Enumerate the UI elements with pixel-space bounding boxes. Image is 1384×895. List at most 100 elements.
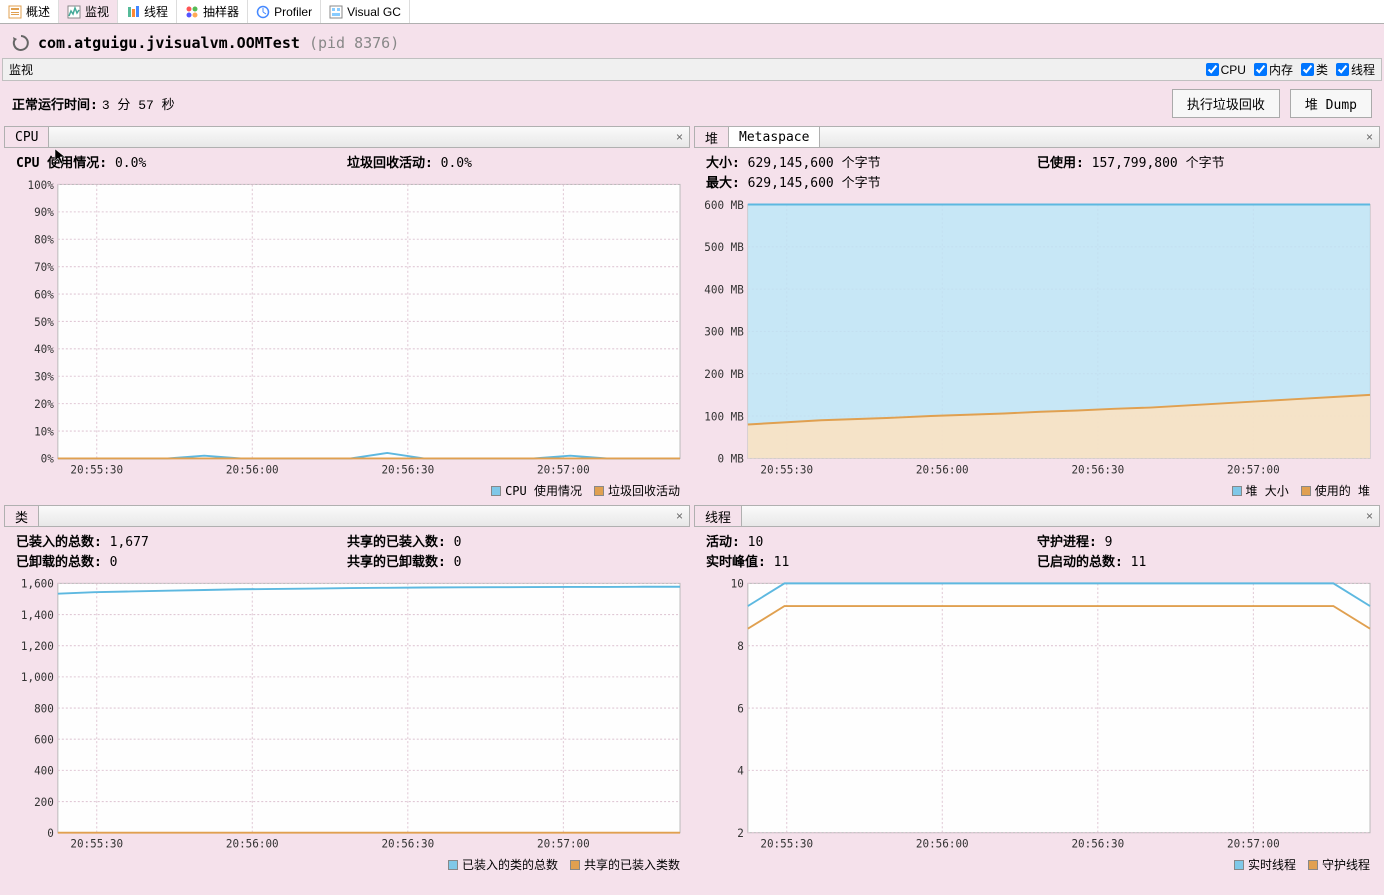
svg-text:70%: 70% xyxy=(34,260,54,275)
svg-text:20:57:00: 20:57:00 xyxy=(1227,836,1280,850)
svg-text:6: 6 xyxy=(737,701,744,715)
cpu-chart: 100%90%80%70%60%50%40%30%20%10%0%20:55:3… xyxy=(8,178,686,480)
close-icon[interactable]: × xyxy=(670,130,689,144)
uptime-value: 3 分 57 秒 xyxy=(102,94,175,113)
svg-text:50%: 50% xyxy=(34,314,54,329)
svg-text:60%: 60% xyxy=(34,287,54,302)
monitor-icon xyxy=(67,5,81,19)
thread-chart: 10864220:55:3020:56:0020:56:3020:57:00 xyxy=(698,577,1376,854)
gc-button[interactable]: 执行垃圾回收 xyxy=(1172,89,1280,118)
tab-visualgc[interactable]: Visual GC xyxy=(321,0,410,23)
check-threads[interactable]: 线程 xyxy=(1336,61,1375,78)
tab-label: 概述 xyxy=(26,3,50,20)
svg-text:20:57:00: 20:57:00 xyxy=(1227,462,1280,477)
tab-profiler[interactable]: Profiler xyxy=(248,0,321,23)
panels-grid: CPU × CPU 使用情况: 0.0% 垃圾回收活动: 0.0% 100%90… xyxy=(0,126,1384,875)
svg-text:2: 2 xyxy=(737,826,744,840)
page-title: com.atguigu.jvisualvm.OOMTest (pid 8376) xyxy=(38,34,399,52)
svg-text:100%: 100% xyxy=(27,178,53,192)
check-memory[interactable]: 内存 xyxy=(1254,61,1293,78)
svg-text:20:56:30: 20:56:30 xyxy=(381,836,434,850)
uptime-row: 正常运行时间: 3 分 57 秒 执行垃圾回收 堆 Dump xyxy=(0,81,1384,126)
svg-text:300 MB: 300 MB xyxy=(704,324,744,339)
title-bar: com.atguigu.jvisualvm.OOMTest (pid 8376) xyxy=(0,24,1384,58)
svg-text:800: 800 xyxy=(34,701,54,715)
svg-text:400 MB: 400 MB xyxy=(704,282,744,297)
svg-text:20:56:00: 20:56:00 xyxy=(226,836,279,850)
svg-text:20:56:30: 20:56:30 xyxy=(1071,462,1124,477)
cpu-legend: CPU 使用情况 垃圾回收活动 xyxy=(4,480,690,501)
uptime-label: 正常运行时间: xyxy=(12,94,98,113)
top-tabs: 概述 监视 线程 抽样器 Profiler Visual GC xyxy=(0,0,1384,24)
svg-text:400: 400 xyxy=(34,763,54,777)
svg-text:500 MB: 500 MB xyxy=(704,240,744,255)
check-classes[interactable]: 类 xyxy=(1301,61,1328,78)
subbar-label: 监视 xyxy=(9,61,33,78)
svg-text:20:55:30: 20:55:30 xyxy=(760,462,813,477)
svg-text:600: 600 xyxy=(34,732,54,746)
svg-text:1,000: 1,000 xyxy=(21,670,54,684)
sampler-icon xyxy=(185,5,199,19)
class-chart: 1,600 1,400 1,200 1,000 800 600 400 200 0 20:55:3… xyxy=(8,577,686,854)
close-icon[interactable]: × xyxy=(1360,130,1379,144)
heap-dump-button[interactable]: 堆 Dump xyxy=(1290,89,1372,118)
tab-label: Profiler xyxy=(274,5,312,19)
svg-text:0%: 0% xyxy=(41,451,54,466)
check-cpu[interactable]: CPU xyxy=(1206,63,1246,77)
tab-label: 监视 xyxy=(85,3,109,20)
cpu-panel-tab[interactable]: CPU xyxy=(5,127,49,147)
svg-text:20:57:00: 20:57:00 xyxy=(537,462,590,477)
svg-text:10%: 10% xyxy=(34,424,54,439)
metaspace-panel-tab[interactable]: Metaspace xyxy=(729,127,820,147)
svg-text:1,400: 1,400 xyxy=(21,607,54,621)
svg-text:20:55:30: 20:55:30 xyxy=(760,836,813,850)
svg-text:20:57:00: 20:57:00 xyxy=(537,836,590,850)
thread-legend: 实时线程 守护线程 xyxy=(694,854,1380,875)
thread-panel-tab[interactable]: 线程 xyxy=(695,506,742,526)
tab-threads[interactable]: 线程 xyxy=(118,0,177,23)
svg-text:0 MB: 0 MB xyxy=(717,451,743,466)
svg-text:20:56:00: 20:56:00 xyxy=(226,462,279,477)
svg-text:20:55:30: 20:55:30 xyxy=(70,836,123,850)
svg-text:4: 4 xyxy=(737,763,744,777)
svg-text:1,200: 1,200 xyxy=(21,639,54,653)
svg-text:200 MB: 200 MB xyxy=(704,367,744,382)
class-panel-tab[interactable]: 类 xyxy=(5,506,39,526)
tab-label: 抽样器 xyxy=(203,3,239,20)
tab-overview[interactable]: 概述 xyxy=(0,0,59,23)
svg-text:20:56:30: 20:56:30 xyxy=(1071,836,1124,850)
svg-text:0: 0 xyxy=(47,826,54,840)
svg-text:1,600: 1,600 xyxy=(21,577,54,591)
svg-text:90%: 90% xyxy=(34,205,54,220)
thread-panel: 线程 × 活动: 10 实时峰值: 11 守护进程: 9 已启动的总数: 11 … xyxy=(694,505,1380,875)
close-icon[interactable]: × xyxy=(670,509,689,523)
svg-text:30%: 30% xyxy=(34,369,54,384)
threads-icon xyxy=(126,5,140,19)
cursor-icon xyxy=(54,148,72,166)
heap-panel: 堆 Metaspace × 大小: 629,145,600 个字节 最大: 62… xyxy=(694,126,1380,501)
tab-label: 线程 xyxy=(144,3,168,20)
class-legend: 已装入的类的总数 共享的已装入类数 xyxy=(4,854,690,875)
svg-text:20:55:30: 20:55:30 xyxy=(70,462,123,477)
profiler-icon xyxy=(256,5,270,19)
class-panel: 类 × 已装入的总数: 1,677 已卸载的总数: 0 共享的已装入数: 0 共… xyxy=(4,505,690,875)
heap-chart: 600 MB500 MB400 MB300 MB200 MB100 MB0 MB… xyxy=(698,198,1376,480)
svg-text:8: 8 xyxy=(737,639,744,653)
svg-text:80%: 80% xyxy=(34,232,54,247)
svg-text:200: 200 xyxy=(34,794,54,808)
svg-text:100 MB: 100 MB xyxy=(704,409,744,424)
cpu-panel: CPU × CPU 使用情况: 0.0% 垃圾回收活动: 0.0% 100%90… xyxy=(4,126,690,501)
checkbox-row: CPU 内存 类 线程 xyxy=(1206,61,1375,78)
heap-panel-tab[interactable]: 堆 xyxy=(695,127,729,147)
overview-icon xyxy=(8,5,22,19)
svg-text:20%: 20% xyxy=(34,397,54,412)
heap-legend: 堆 大小 使用的 堆 xyxy=(694,480,1380,501)
svg-text:20:56:30: 20:56:30 xyxy=(381,462,434,477)
close-icon[interactable]: × xyxy=(1360,509,1379,523)
sub-bar: 监视 CPU 内存 类 线程 xyxy=(2,58,1382,81)
tab-sampler[interactable]: 抽样器 xyxy=(177,0,248,23)
refresh-icon xyxy=(12,34,30,52)
tab-monitor[interactable]: 监视 xyxy=(59,0,118,23)
visualgc-icon xyxy=(329,5,343,19)
svg-text:20:56:00: 20:56:00 xyxy=(916,836,969,850)
